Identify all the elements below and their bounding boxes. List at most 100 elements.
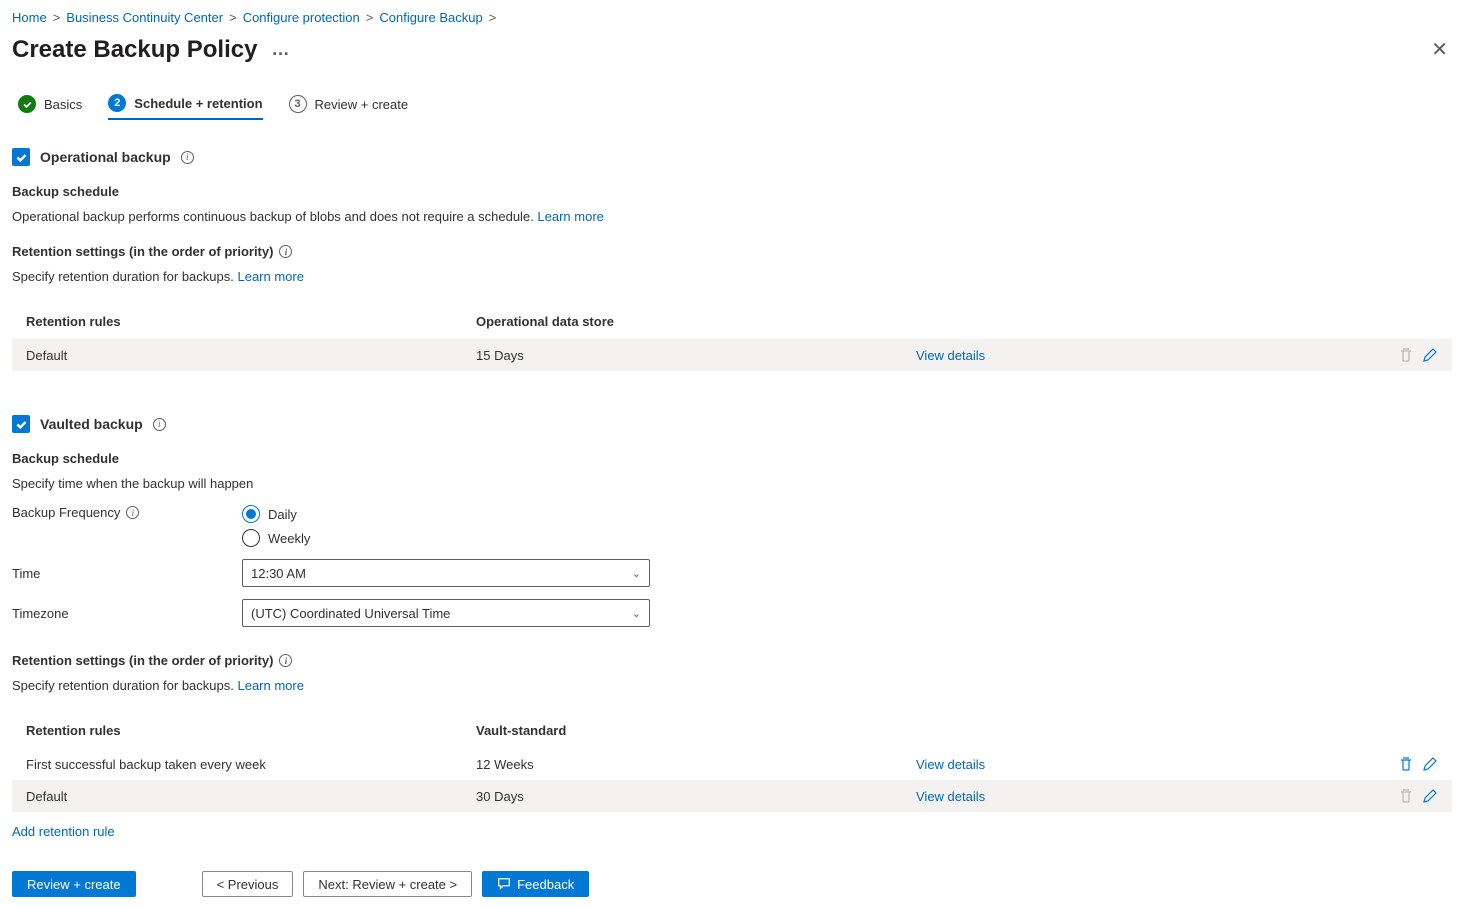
op-backup-schedule-desc: Operational backup performs continuous b… (12, 209, 534, 224)
chevron-right-icon: > (53, 10, 61, 25)
tab-schedule-label: Schedule + retention (134, 96, 262, 111)
info-icon[interactable]: i (153, 418, 166, 431)
previous-button[interactable]: < Previous (202, 871, 294, 897)
delete-icon (1398, 347, 1414, 363)
op-schedule-learn-more-link[interactable]: Learn more (537, 209, 603, 224)
info-icon[interactable]: i (279, 654, 292, 667)
op-backup-schedule-heading: Backup schedule (12, 184, 1452, 199)
cell-store: 30 Days (476, 789, 916, 804)
operational-backup-label: Operational backup (40, 149, 171, 165)
timezone-label: Timezone (12, 606, 242, 621)
step-number-icon: 3 (289, 95, 307, 113)
col-retention-rules: Retention rules (26, 723, 476, 738)
table-row: Default 30 Days View details (12, 780, 1452, 812)
timezone-select[interactable]: (UTC) Coordinated Universal Time ⌄ (242, 599, 650, 627)
next-button[interactable]: Next: Review + create > (303, 871, 472, 897)
op-retention-heading: Retention settings (in the order of prio… (12, 244, 1452, 259)
tab-schedule-retention[interactable]: 2 Schedule + retention (108, 94, 262, 120)
op-retention-table: Retention rules Operational data store D… (12, 304, 1452, 371)
delete-icon (1398, 788, 1414, 804)
op-backup-schedule-text: Operational backup performs continuous b… (12, 209, 1452, 224)
vaulted-retention-desc: Specify retention duration for backups. (12, 678, 234, 693)
timezone-row: Timezone (UTC) Coordinated Universal Tim… (12, 599, 1452, 627)
chevron-right-icon: > (229, 10, 237, 25)
vaulted-schedule-sub: Specify time when the backup will happen (12, 476, 1452, 491)
page-title: Create Backup Policy … (12, 36, 290, 64)
vaulted-backup-checkbox[interactable] (12, 415, 30, 433)
tab-review-create[interactable]: 3 Review + create (289, 94, 409, 120)
cell-store: 15 Days (476, 348, 916, 363)
cell-rule: Default (26, 789, 476, 804)
feedback-button[interactable]: Feedback (482, 871, 589, 897)
radio-weekly[interactable]: Weekly (242, 529, 310, 547)
vaulted-schedule-heading: Backup schedule (12, 451, 1452, 466)
operational-backup-checkbox[interactable] (12, 148, 30, 166)
radio-icon (242, 529, 260, 547)
info-icon[interactable]: i (279, 245, 292, 258)
breadcrumb: Home > Business Continuity Center > Conf… (12, 10, 1452, 25)
time-label: Time (12, 566, 242, 581)
tab-basics[interactable]: Basics (18, 94, 82, 120)
time-value: 12:30 AM (251, 566, 306, 581)
edit-icon[interactable] (1422, 347, 1438, 363)
op-retention-heading-text: Retention settings (in the order of prio… (12, 244, 273, 259)
review-create-button[interactable]: Review + create (12, 871, 136, 897)
page-header: Create Backup Policy … ✕ (12, 33, 1452, 66)
breadcrumb-bcc[interactable]: Business Continuity Center (66, 10, 223, 25)
breadcrumb-configure-backup[interactable]: Configure Backup (379, 10, 482, 25)
backup-frequency-radio-group: Daily Weekly (242, 505, 310, 547)
backup-frequency-label: Backup Frequency i (12, 505, 242, 520)
delete-icon[interactable] (1398, 756, 1414, 772)
vaulted-retention-table: Retention rules Vault-standard First suc… (12, 713, 1452, 812)
feedback-label: Feedback (517, 877, 574, 892)
op-retention-learn-more-link[interactable]: Learn more (237, 269, 303, 284)
info-icon[interactable]: i (181, 151, 194, 164)
add-retention-rule-link[interactable]: Add retention rule (12, 824, 115, 839)
vaulted-retention-heading: Retention settings (in the order of prio… (12, 653, 1452, 668)
breadcrumb-home[interactable]: Home (12, 10, 47, 25)
cell-rule: First successful backup taken every week (26, 757, 476, 772)
footer-bar: Review + create < Previous Next: Review … (12, 847, 1452, 897)
table-row: First successful backup taken every week… (12, 748, 1452, 780)
vaulted-retention-heading-text: Retention settings (in the order of prio… (12, 653, 273, 668)
radio-daily[interactable]: Daily (242, 505, 310, 523)
time-row: Time 12:30 AM ⌄ (12, 559, 1452, 587)
info-icon[interactable]: i (126, 506, 139, 519)
backup-frequency-row: Backup Frequency i Daily Weekly (12, 505, 1452, 547)
radio-icon (242, 505, 260, 523)
radio-weekly-label: Weekly (268, 531, 310, 546)
col-operational-data-store: Operational data store (476, 314, 916, 329)
col-retention-rules: Retention rules (26, 314, 476, 329)
breadcrumb-configure-protection[interactable]: Configure protection (243, 10, 360, 25)
vaulted-backup-checkbox-row: Vaulted backup i (12, 415, 1452, 433)
cell-rule: Default (26, 348, 476, 363)
op-retention-text: Specify retention duration for backups. … (12, 269, 1452, 284)
vaulted-retention-text: Specify retention duration for backups. … (12, 678, 1452, 693)
chevron-down-icon: ⌄ (632, 567, 641, 580)
operational-backup-checkbox-row: Operational backup i (12, 148, 1452, 166)
check-icon (18, 95, 36, 113)
table-header: Retention rules Vault-standard (12, 713, 1452, 748)
tab-review-label: Review + create (315, 97, 409, 112)
page-title-text: Create Backup Policy (12, 36, 257, 64)
vaulted-retention-learn-more-link[interactable]: Learn more (237, 678, 303, 693)
wizard-tabs: Basics 2 Schedule + retention 3 Review +… (12, 94, 1452, 120)
view-details-link[interactable]: View details (916, 757, 985, 772)
radio-daily-label: Daily (268, 507, 297, 522)
edit-icon[interactable] (1422, 788, 1438, 804)
table-header: Retention rules Operational data store (12, 304, 1452, 339)
close-icon[interactable]: ✕ (1427, 33, 1452, 66)
table-row: Default 15 Days View details (12, 339, 1452, 371)
op-retention-desc: Specify retention duration for backups. (12, 269, 234, 284)
view-details-link[interactable]: View details (916, 348, 985, 363)
col-vault-standard: Vault-standard (476, 723, 916, 738)
feedback-icon (497, 877, 511, 891)
edit-icon[interactable] (1422, 756, 1438, 772)
more-icon[interactable]: … (271, 39, 290, 60)
cell-store: 12 Weeks (476, 757, 916, 772)
tab-basics-label: Basics (44, 97, 82, 112)
backup-frequency-label-text: Backup Frequency (12, 505, 120, 520)
view-details-link[interactable]: View details (916, 789, 985, 804)
time-select[interactable]: 12:30 AM ⌄ (242, 559, 650, 587)
chevron-down-icon: ⌄ (632, 607, 641, 620)
